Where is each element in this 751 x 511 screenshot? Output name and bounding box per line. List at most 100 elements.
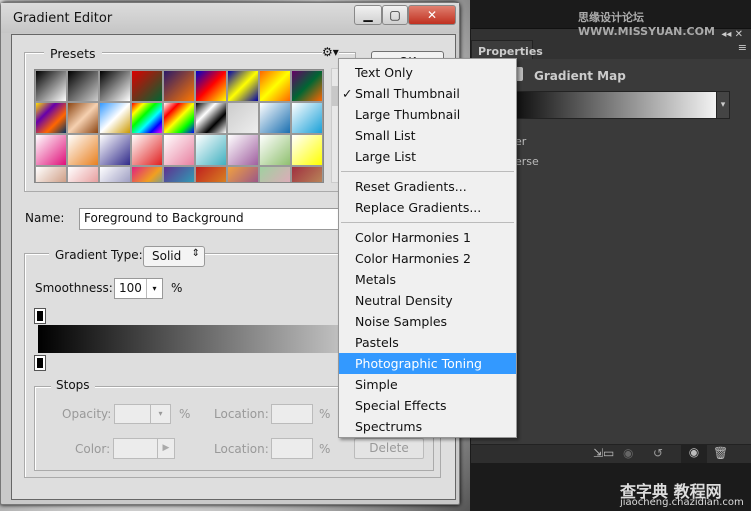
gradient-swatch[interactable] [35, 102, 67, 134]
menu-item[interactable]: Text Only [339, 62, 516, 83]
gradient-swatch[interactable] [99, 134, 131, 166]
gradient-swatch[interactable] [291, 70, 323, 102]
menu-item[interactable]: Large Thumbnail [339, 104, 516, 125]
gradient-map-preview[interactable] [501, 91, 728, 119]
reverse-option[interactable]: erse [515, 155, 539, 168]
gradient-swatch[interactable] [227, 70, 259, 102]
gradient-swatch[interactable] [195, 166, 227, 182]
gradient-swatch[interactable] [67, 102, 99, 134]
gradient-swatch[interactable] [195, 102, 227, 134]
gradient-swatch[interactable] [163, 166, 195, 182]
gradient-swatch[interactable] [35, 70, 67, 102]
menu-item[interactable]: Simple [339, 374, 516, 395]
gradient-swatch[interactable] [99, 102, 131, 134]
gradient-dropdown-button[interactable]: ▾ [716, 91, 730, 119]
visibility-eye-icon[interactable]: ◉ [681, 445, 707, 463]
gradient-swatch[interactable] [67, 70, 99, 102]
menu-item[interactable]: Small List [339, 125, 516, 146]
dropdown-arrow-icon[interactable]: ▾ [146, 279, 162, 298]
gradient-swatch[interactable] [131, 134, 163, 166]
color-label: Color: [75, 442, 111, 456]
menu-item[interactable]: ✓ Small Thumbnail [339, 83, 516, 104]
gradient-swatch[interactable] [259, 102, 291, 134]
menu-separator [341, 171, 514, 172]
gradient-swatch[interactable] [163, 70, 195, 102]
menu-item[interactable]: Color Harmonies 1 [339, 227, 516, 248]
menu-item-label: Pastels [355, 335, 399, 350]
gradient-swatch[interactable] [99, 70, 131, 102]
delete-button[interactable]: Delete [354, 438, 424, 459]
color-location-percent: % [319, 442, 331, 456]
name-input[interactable]: Foreground to Background [79, 208, 349, 230]
menu-item[interactable]: Neutral Density [339, 290, 516, 311]
gradient-type-label: Gradient Type: [49, 248, 149, 262]
smoothness-input[interactable]: 100 ▾ [114, 278, 163, 299]
gradient-swatch[interactable] [259, 134, 291, 166]
menu-item[interactable]: Replace Gradients... [339, 197, 516, 218]
maximize-button[interactable]: ▢ [382, 5, 408, 25]
menu-item[interactable]: Photographic Toning [339, 353, 516, 374]
opacity-stop[interactable] [34, 308, 46, 324]
menu-item[interactable]: Pastels [339, 332, 516, 353]
trash-icon[interactable]: 🗑 [713, 446, 728, 460]
menu-item-label: Reset Gradients... [355, 179, 467, 194]
tab-label: Properties [478, 45, 543, 58]
gradient-swatch[interactable] [35, 166, 67, 182]
panel-menu-icon[interactable]: ≡ [738, 41, 747, 54]
gradient-swatch[interactable] [259, 166, 291, 182]
menu-item-label: Replace Gradients... [355, 200, 482, 215]
tab-properties[interactable]: Properties [471, 40, 543, 59]
opacity-location-input[interactable] [271, 404, 313, 424]
menu-item[interactable]: Spectrums [339, 416, 516, 437]
gear-icon[interactable]: ⚙▾ [322, 45, 339, 59]
menu-item-label: Color Harmonies 1 [355, 230, 471, 245]
reset-icon[interactable]: ↺ [653, 446, 663, 460]
menu-item[interactable]: Noise Samples [339, 311, 516, 332]
menu-item[interactable]: Large List [339, 146, 516, 167]
menu-item-label: Color Harmonies 2 [355, 251, 471, 266]
gradient-swatch[interactable] [291, 134, 323, 166]
menu-item[interactable]: Color Harmonies 2 [339, 248, 516, 269]
smoothness-value: 100 [119, 281, 142, 295]
menu-item[interactable]: Special Effects [339, 395, 516, 416]
stops-label: Stops [51, 378, 95, 392]
menu-item-label: Simple [355, 377, 398, 392]
gradient-swatch[interactable] [259, 70, 291, 102]
gradient-swatch[interactable] [67, 134, 99, 166]
dialog-title: Gradient Editor [13, 11, 113, 26]
watermark-top: 思缘设计论坛 WWW.MISSYUAN.COM [578, 11, 715, 38]
checkmark-icon: ✓ [342, 86, 353, 101]
color-stop[interactable] [34, 355, 46, 371]
menu-item[interactable]: Reset Gradients... [339, 176, 516, 197]
gradient-swatch[interactable] [195, 70, 227, 102]
opacity-input[interactable]: ▾ [114, 404, 171, 424]
gradient-type-value: Solid [152, 249, 182, 263]
color-location-input[interactable] [271, 438, 313, 459]
menu-item[interactable]: Metals [339, 269, 516, 290]
gradient-swatch[interactable] [195, 134, 227, 166]
close-button[interactable]: ✕ [408, 5, 456, 25]
gradient-swatch[interactable] [67, 166, 99, 182]
gradient-swatch[interactable] [291, 102, 323, 134]
gradient-swatch[interactable] [131, 102, 163, 134]
percent-label: % [171, 281, 183, 295]
gradient-swatch[interactable] [35, 134, 67, 166]
presets-menu: Text Only ✓ Small Thumbnail Large Thumbnail… [338, 58, 517, 438]
gradient-swatch[interactable] [163, 102, 195, 134]
gradient-swatch[interactable] [227, 166, 259, 182]
clip-layer-icon[interactable]: ⇲▭ [593, 446, 614, 460]
view-previous-icon[interactable]: ◉ [623, 446, 633, 460]
minimize-button[interactable]: ▁ [354, 5, 382, 25]
presets-grid [34, 69, 324, 183]
gradient-type-select[interactable]: Solid ⇕ [143, 246, 205, 267]
gradient-swatch[interactable] [99, 166, 131, 182]
gradient-swatch[interactable] [131, 70, 163, 102]
gradient-swatch[interactable] [291, 166, 323, 182]
color-swatch[interactable]: ▶ [113, 438, 175, 459]
gradient-swatch[interactable] [227, 102, 259, 134]
gradient-swatch[interactable] [131, 166, 163, 182]
gradient-swatch[interactable] [227, 134, 259, 166]
menu-separator [341, 222, 514, 223]
smoothness-label: Smoothness: [35, 281, 113, 295]
gradient-swatch[interactable] [163, 134, 195, 166]
